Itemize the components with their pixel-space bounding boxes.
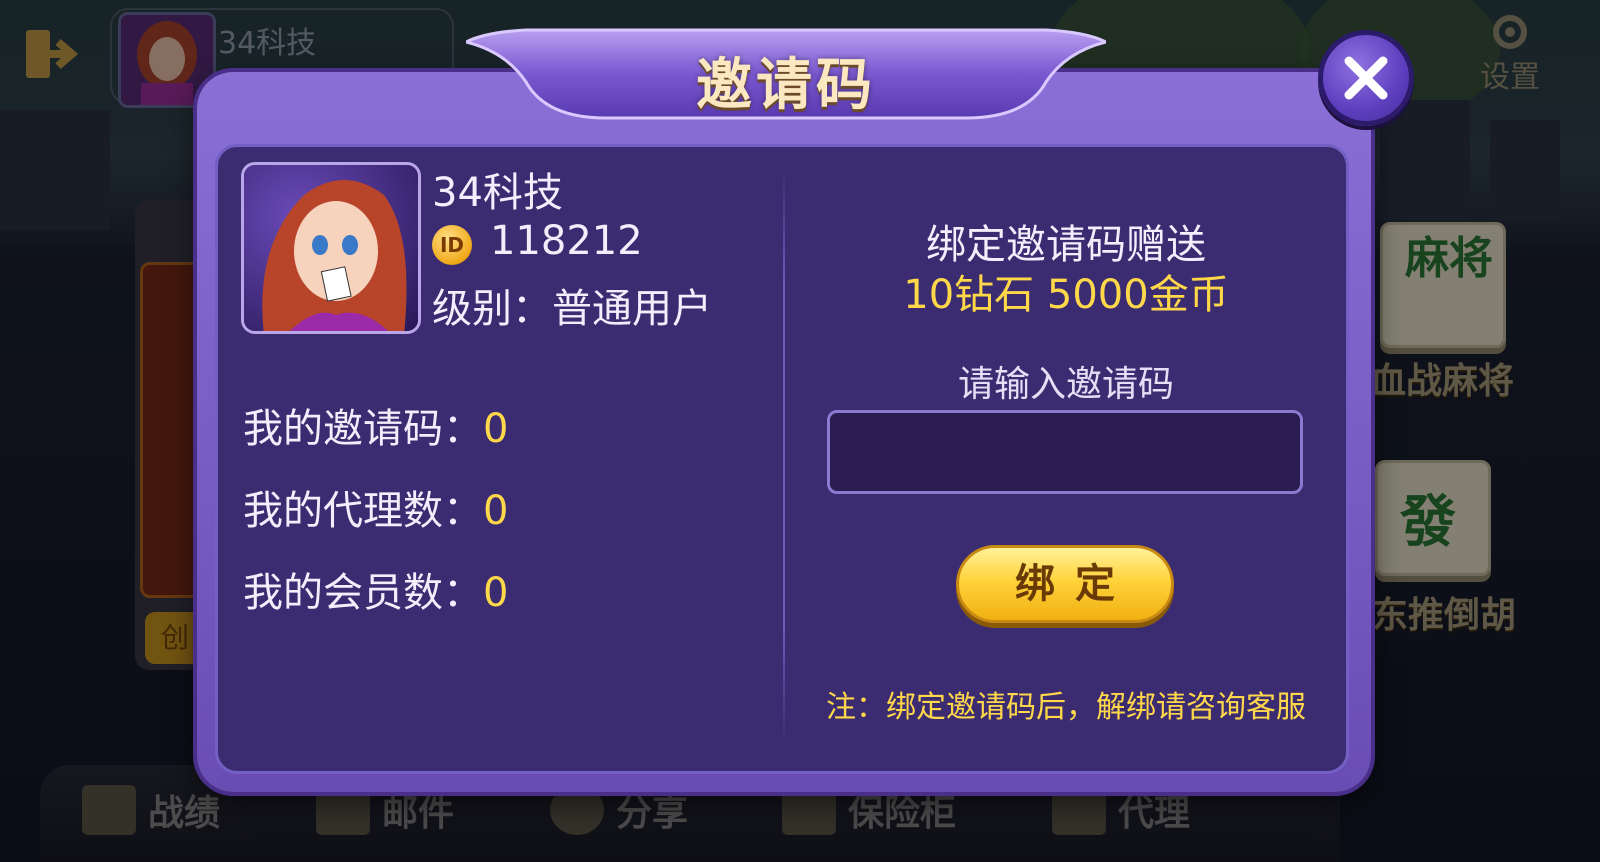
stat-value: 0	[483, 406, 509, 452]
stat-label: 我的会员数：	[243, 570, 483, 616]
user-level: 级别：普通用户	[432, 286, 712, 332]
close-button[interactable]	[1318, 30, 1414, 126]
stat-value: 0	[483, 570, 509, 616]
invite-code-input-label: 请输入邀请码	[957, 364, 1174, 405]
invite-code-input[interactable]	[827, 410, 1303, 494]
stat-my-invite-code: 我的邀请码：0	[243, 396, 508, 454]
stat-my-agents: 我的代理数：0	[243, 478, 508, 536]
user-id: 118212	[490, 218, 643, 264]
stat-label: 我的邀请码：	[243, 406, 483, 452]
user-avatar	[241, 162, 421, 334]
bind-button[interactable]: 绑定	[956, 545, 1174, 623]
stat-value: 0	[483, 488, 509, 534]
dialog-title: 邀请码	[696, 53, 876, 118]
id-badge-icon: ID	[432, 225, 472, 265]
dialog-title-tab: 邀请码	[466, 22, 1106, 122]
user-name: 34科技	[432, 170, 563, 216]
close-icon	[1344, 56, 1388, 100]
bind-reward-detail: 10钻石 5000金币	[903, 272, 1229, 318]
column-divider	[783, 166, 785, 746]
stat-label: 我的代理数：	[243, 488, 483, 534]
bind-note: 注：绑定邀请码后，解绑请咨询客服	[826, 690, 1306, 725]
stat-my-members: 我的会员数：0	[243, 560, 508, 618]
